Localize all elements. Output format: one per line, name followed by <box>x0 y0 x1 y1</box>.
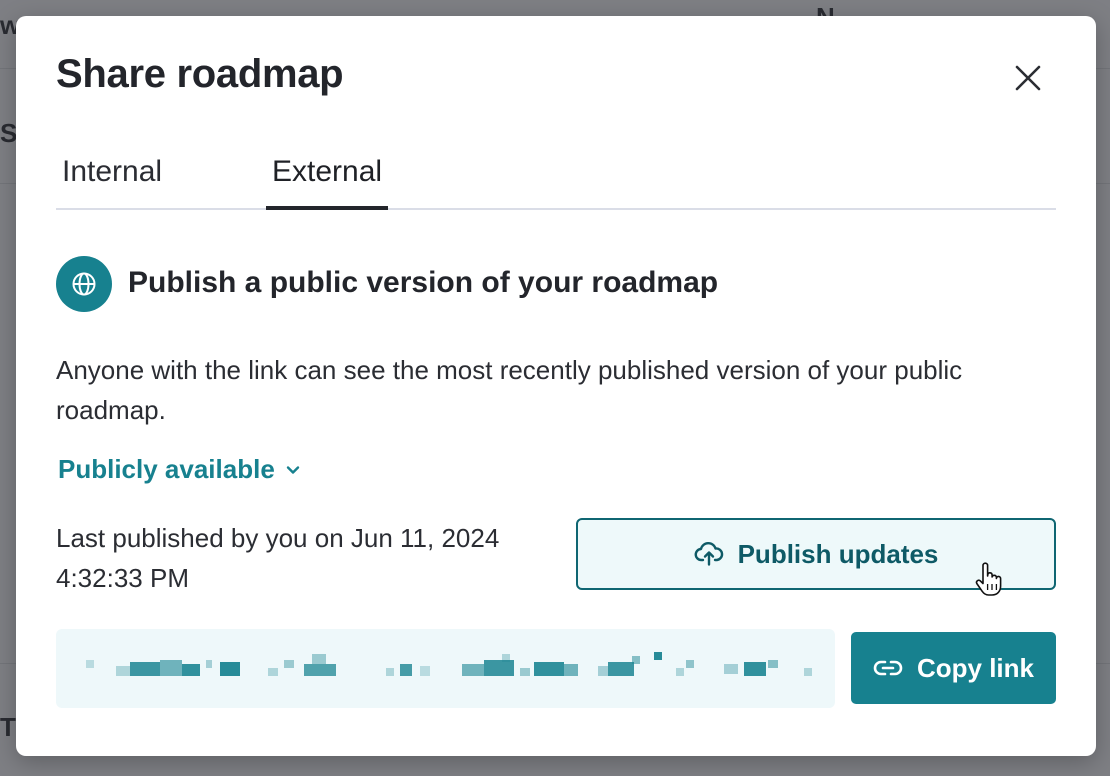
publish-updates-label: Publish updates <box>737 538 939 569</box>
visibility-dropdown[interactable]: Publicly available <box>58 454 301 485</box>
redacted-link-url <box>86 652 812 676</box>
copy-link-button[interactable]: Copy link <box>851 632 1056 704</box>
share-link-field[interactable] <box>56 629 835 708</box>
section-heading: Publish a public version of your roadmap <box>128 266 719 299</box>
tab-external[interactable]: External <box>266 152 389 210</box>
close-button[interactable] <box>1008 58 1048 98</box>
last-published-info: Last published by you on Jun 11, 2024 4:… <box>56 518 576 598</box>
copy-link-label: Copy link <box>916 652 1034 683</box>
section-description: Anyone with the link can see the most re… <box>56 355 963 425</box>
hand-cursor-icon <box>975 562 1002 596</box>
visibility-value: Publicly available <box>58 454 275 484</box>
tab-internal[interactable]: Internal <box>56 152 168 208</box>
share-roadmap-dialog: Share roadmap Internal External Publish … <box>16 16 1096 756</box>
last-published-time: 4:32:33 PM <box>56 563 189 593</box>
dialog-title: Share roadmap <box>56 52 344 96</box>
globe-icon <box>72 272 96 296</box>
chevron-down-icon <box>286 465 299 474</box>
last-published-line: Last published by you on Jun 11, 2024 <box>56 523 500 553</box>
share-tabs: Internal External <box>56 152 1056 210</box>
globe-badge <box>56 256 112 312</box>
cloud-upload-icon <box>694 542 723 566</box>
close-icon <box>1015 65 1041 91</box>
link-icon <box>873 660 903 676</box>
